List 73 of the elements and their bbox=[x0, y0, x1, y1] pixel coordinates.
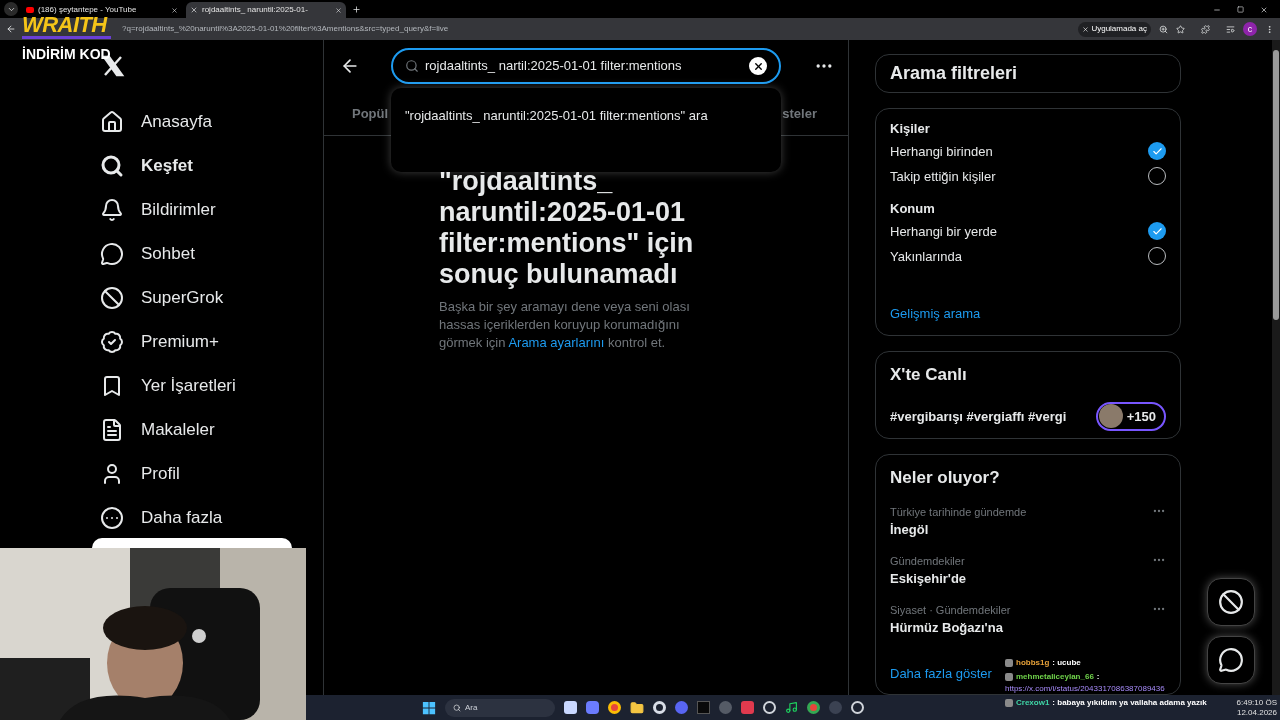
trend-item[interactable]: Türkiye tarihinde gündemde İnegöl bbox=[890, 503, 1166, 540]
search-placeholder: Ara bbox=[465, 701, 478, 714]
show-more-link[interactable]: Daha fazla göster bbox=[890, 663, 992, 684]
chat-link[interactable]: https://x.com/i/status/2043317086387089436 bbox=[1005, 683, 1207, 695]
nav-label: Profil bbox=[141, 463, 180, 486]
nav-label: Yer İşaretleri bbox=[141, 375, 236, 398]
trend-item[interactable]: Siyaset · Gündemdekiler Hürmüz Boğazı'na bbox=[890, 601, 1166, 638]
trend-context: Gündemdekiler bbox=[890, 553, 966, 569]
search-field[interactable]: rojdaaltints_ nartil:2025-01-01 filter:mentions bbox=[391, 48, 781, 84]
nav-label: Daha fazla bbox=[141, 507, 223, 530]
nav-label: Keşfet bbox=[141, 155, 193, 178]
listener-count[interactable]: +150 bbox=[1095, 401, 1166, 431]
search-query: rojdaaltints_ nartil:2025-01-01 filter:mentions bbox=[425, 57, 683, 76]
chat-message: : ucube bbox=[1052, 657, 1081, 669]
clock-date: 12.04.2026 bbox=[1236, 707, 1277, 718]
chat-message: : bbox=[1096, 671, 1100, 683]
empty-state-message: Başka bir şey aramayı dene veya seni olası hassas içeriklerden koruyup korumadığını görmek için Arama ayarlarını kontrol et. bbox=[439, 298, 691, 352]
card-title: Neler oluyor? bbox=[890, 467, 1001, 490]
result-tab[interactable]: steler bbox=[782, 103, 817, 124]
filter-group-label: Konum bbox=[890, 200, 936, 219]
nav-label: SuperGrok bbox=[141, 287, 224, 310]
trend-context: Siyaset · Gündemdekiler bbox=[890, 602, 1011, 618]
live-topic[interactable]: #vergibarışı #vergiaffı #vergi bbox=[890, 406, 1067, 427]
profile-avatar[interactable]: c bbox=[1243, 22, 1257, 36]
nav-item[interactable]: SuperGrok bbox=[100, 276, 323, 320]
nav-label: Anasayfa bbox=[141, 111, 212, 134]
filter-option[interactable]: Takip ettiğin kişiler bbox=[890, 163, 1166, 189]
trend-name: İnegöl bbox=[890, 521, 930, 540]
tab-title: (186) şeytantepe - YouTube bbox=[38, 4, 138, 16]
nav-item[interactable]: Daha fazla bbox=[100, 496, 323, 540]
empty-state-heading: "rojdaaltints_ naruntil:2025-01-01 filter:mentions" için sonuç bulunamadı bbox=[439, 166, 695, 290]
open-in-app-button[interactable]: Uygulamada aç bbox=[1078, 21, 1151, 37]
nav-item[interactable]: Sohbet bbox=[100, 232, 323, 276]
chat-username: Crexow1 bbox=[1016, 697, 1050, 709]
trend-context: Türkiye tarihinde gündemde bbox=[890, 504, 1027, 520]
card-title: X'te Canlı bbox=[890, 364, 968, 387]
nav-label: Premium+ bbox=[141, 331, 219, 354]
promo-label: İNDİRİM KOD bbox=[22, 47, 111, 62]
nav-item[interactable]: Yer İşaretleri bbox=[100, 364, 323, 408]
filter-option[interactable]: Herhangi birinden bbox=[890, 138, 1166, 164]
result-tab[interactable]: Popül bbox=[352, 103, 389, 124]
nav-item[interactable]: Profil bbox=[100, 452, 323, 496]
filter-option[interactable]: Yakınlarında bbox=[890, 243, 1166, 269]
trend-name: Eskişehir'de bbox=[890, 570, 967, 589]
nav-label: Bildirimler bbox=[141, 199, 216, 222]
nav-item[interactable]: Keşfet bbox=[100, 144, 323, 188]
option-label: Herhangi birinden bbox=[890, 142, 993, 161]
brand-logo: WRAITH bbox=[22, 14, 111, 39]
chat-username: hobbs1g bbox=[1016, 657, 1050, 669]
trend-item[interactable]: Gündemdekiler Eskişehir'de bbox=[890, 552, 1166, 589]
filter-group-label: Kişiler bbox=[890, 120, 931, 139]
clock-time: 6:49:10 ÖS bbox=[1236, 697, 1277, 708]
nav-item[interactable]: Bildirimler bbox=[100, 188, 323, 232]
nav-item[interactable]: Anasayfa bbox=[100, 100, 323, 144]
nav-item[interactable]: Premium+ bbox=[100, 320, 323, 364]
nav-label: Makaleler bbox=[141, 419, 215, 442]
browser-tab[interactable]: rojdaaltints_ naruntil:2025-01- bbox=[186, 2, 346, 18]
address-field[interactable]: ?q=rojdaaltints_%20naruntil%3A2025-01-01%20filter%3Amentions&src=typed_query&f=live bbox=[122, 23, 1071, 35]
nav-item[interactable]: Makaleler bbox=[100, 408, 323, 452]
option-label: Takip ettiğin kişiler bbox=[890, 167, 996, 186]
trend-name: Hürmüz Boğazı'na bbox=[890, 619, 1004, 638]
filter-option[interactable]: Herhangi bir yerde bbox=[890, 218, 1166, 244]
taskbar-search-field[interactable]: Ara bbox=[445, 698, 555, 717]
option-label: Herhangi bir yerde bbox=[890, 222, 997, 241]
search-suggestion[interactable]: "rojdaaltints_ naruntil:2025-01-01 filter:mentions" ara bbox=[405, 108, 708, 123]
chat-message: : babaya yıkıldım ya vallaha adama yazık bbox=[1052, 697, 1207, 709]
card-title: Arama filtreleri bbox=[890, 61, 1018, 85]
nav-label: Sohbet bbox=[141, 243, 195, 266]
tab-title: rojdaaltints_ naruntil:2025-01- bbox=[202, 4, 309, 16]
chat-username: mehmetaliceylan_66 bbox=[1016, 671, 1094, 683]
advanced-search-link[interactable]: Gelişmiş arama bbox=[890, 303, 1166, 324]
search-settings-link[interactable]: Arama ayarlarını bbox=[508, 335, 605, 350]
option-label: Yakınlarında bbox=[890, 247, 963, 266]
